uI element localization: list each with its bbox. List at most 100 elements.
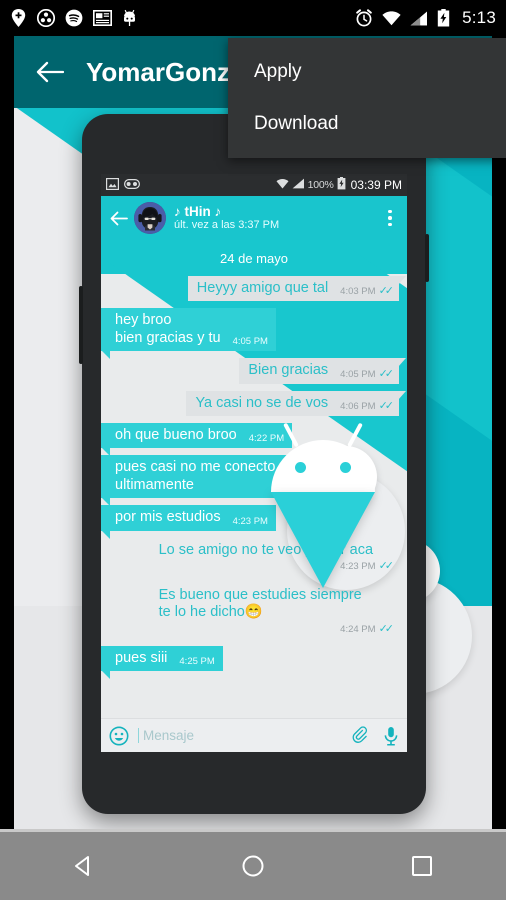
overflow-menu[interactable]: Apply Download	[228, 38, 506, 158]
arrow-left-icon	[36, 61, 64, 83]
emoji-smiley-icon[interactable]	[109, 726, 129, 746]
chat-bubble-text: oh que bueno broo	[115, 426, 237, 443]
nav-recents-button[interactable]	[377, 842, 467, 890]
chat-message-row[interactable]: Ya casi no se de vos 4:06 PM ✓✓	[109, 390, 406, 416]
chat-bubble[interactable]: oh que bueno broo 4:22 PM	[101, 422, 293, 457]
chat-bubble-timestamp: 4:23 PM	[232, 515, 268, 527]
chat-message-row[interactable]: Bien gracias 4:05 PM ✓✓	[109, 358, 406, 384]
wifi-icon	[276, 178, 289, 192]
date-divider-label: 24 de mayo	[220, 251, 288, 266]
status-bar-clock: 5:13	[462, 8, 496, 27]
avatar[interactable]	[134, 202, 166, 234]
nav-back-button[interactable]	[39, 842, 129, 890]
chat-bubble-text: Heyyy amigo que tal	[196, 280, 329, 296]
chat-bubble-timestamp: 4:22 PM	[248, 433, 285, 445]
chat-bubble-text: Lo se amigo no te veo ya por aca	[158, 541, 374, 558]
chat-bubble-text: Es bueno que estudies siempre te lo he di…	[158, 586, 362, 621]
message-input-placeholder[interactable]: Mensaje	[138, 728, 350, 743]
menu-item-download[interactable]: Download	[228, 98, 506, 150]
preview-status-system: 100% 03:39 PM	[276, 177, 402, 193]
chat-bubble[interactable]: pues casi no me conecto ultimamente 4:23 P…	[101, 455, 331, 506]
status-bar-system-icons: 5:13	[355, 8, 496, 28]
spotify-icon	[65, 9, 83, 27]
back-button[interactable]	[22, 44, 78, 100]
wifi-icon	[382, 10, 401, 26]
chat-bubble-text: Bien gracias	[248, 362, 329, 379]
chat-bubble[interactable]: por mis estudios 4:23 PM	[101, 505, 276, 540]
phone-volume-button	[79, 286, 83, 364]
android-head-icon	[122, 9, 137, 27]
chat-message-row[interactable]: oh que bueno broo 4:22 PM	[101, 422, 399, 457]
chat-bubble-timestamp: 4:25 PM	[179, 656, 215, 668]
chat-message-row[interactable]: Lo se amigo no te veo ya por aca 4:23 PM ✓…	[109, 538, 399, 576]
nav-back-triangle-icon	[75, 856, 90, 876]
phone-power-button	[425, 234, 429, 282]
battery-charging-icon	[437, 9, 450, 27]
battery-percent-label: 100%	[307, 179, 334, 191]
more-vertical-icon-dot	[388, 209, 392, 214]
more-vertical-icon-dot	[388, 216, 392, 220]
nav-home-button[interactable]	[208, 842, 298, 890]
phone-mockup: 100% 03:39 PM ♪ tHin ♪ últ. vez a las 3:…	[79, 114, 429, 814]
chat-bubble[interactable]: Bien gracias 4:05 PM ✓✓	[239, 358, 406, 384]
chat-message-row[interactable]: Heyyy amigo que tal 4:03 PM ✓✓	[109, 276, 407, 302]
message-read-receipt-icon: ✓✓	[378, 285, 395, 298]
chat-message-list[interactable]: 24 de mayo Heyyy amigo que tal 4:03 PM ✓✓ h…	[101, 240, 407, 718]
chat-bubble-text: hey broo bien gracias y tu	[115, 312, 221, 346]
location-pin-plus-icon	[10, 9, 27, 27]
chat-bubble[interactable]: hey broo bien gracias y tu 4:05 PM	[101, 308, 276, 359]
page-title: YomarGonz	[86, 56, 230, 87]
chat-message-row[interactable]: pues casi no me conecto ultimamente 4:23 P…	[101, 455, 399, 506]
chat-bubble-timestamp: 4:06 PM	[340, 400, 376, 412]
chat-header: ♪ tHin ♪ últ. vez a las 3:37 PM	[101, 196, 407, 240]
message-input-bar[interactable]: Mensaje	[101, 718, 407, 752]
microphone-icon[interactable]	[383, 726, 399, 746]
chat-message-row[interactable]: por mis estudios 4:23 PM	[101, 505, 399, 540]
chat-back-button[interactable]	[107, 211, 131, 226]
menu-item-apply[interactable]: Apply	[228, 46, 506, 98]
date-divider: 24 de mayo	[109, 250, 399, 268]
chat-bubble[interactable]: Heyyy amigo que tal 4:03 PM ✓✓	[187, 276, 407, 302]
phone-screen: 100% 03:39 PM ♪ tHin ♪ últ. vez a las 3:…	[101, 174, 407, 752]
soccer-ball-icon	[37, 9, 55, 27]
more-vertical-icon-dot	[388, 222, 392, 227]
nav-recents-square-icon	[411, 856, 432, 876]
chat-message-row[interactable]: hey broo bien gracias y tu 4:05 PM	[101, 308, 399, 359]
status-bar-notification-icons	[10, 9, 137, 27]
nav-home-circle-icon	[242, 855, 264, 877]
preview-status-bar: 100% 03:39 PM	[101, 174, 407, 196]
chat-bubble-text: por mis estudios	[115, 509, 221, 526]
message-read-receipt-icon: ✓✓	[378, 559, 395, 572]
paperclip-icon[interactable]	[350, 726, 369, 745]
chat-bubble-text: pues casi no me conecto ultimamente	[115, 459, 276, 493]
message-read-receipt-icon: ✓✓	[378, 399, 395, 412]
chat-bubble-timestamp: 4:03 PM	[340, 286, 376, 298]
chat-bubble-timestamp: 4:24 PM	[340, 623, 376, 635]
chat-bubble-text: pues siii	[115, 649, 168, 666]
chat-bubble[interactable]: Ya casi no se de vos 4:06 PM ✓✓	[186, 390, 406, 416]
wallpaper-preview-stage[interactable]: 100% 03:39 PM ♪ tHin ♪ últ. vez a las 3:…	[14, 108, 492, 832]
alarm-clock-icon	[355, 9, 373, 27]
chat-bubble-timestamp: 4:23 PM	[340, 560, 376, 572]
message-read-receipt-icon: ✓✓	[378, 367, 395, 380]
news-layout-icon	[93, 10, 112, 26]
message-container: 24 de mayo Heyyy amigo que tal 4:03 PM ✓✓ h…	[101, 240, 407, 680]
chat-contact-name: ♪ tHin ♪	[174, 203, 222, 219]
chat-contact-status: últ. vez a las 3:37 PM	[174, 219, 280, 232]
chat-message-row[interactable]: pues siii 4:25 PM	[101, 645, 399, 680]
signal-icon	[410, 11, 428, 26]
chat-bubble-timestamp: 4:05 PM	[232, 336, 268, 348]
chat-bubble-timestamp: 4:05 PM	[340, 368, 376, 380]
chat-contact-meta: ♪ tHin ♪ últ. vez a las 3:37 PM	[174, 204, 279, 232]
chat-bubble[interactable]: Lo se amigo no te veo ya por aca 4:23 PM ✓…	[150, 538, 399, 576]
preview-status-notifications	[106, 177, 141, 193]
chat-bubble-text: Ya casi no se de vos	[195, 394, 329, 411]
signal-icon	[292, 178, 305, 192]
chat-message-row[interactable]: Es bueno que estudies siempre te lo he di…	[109, 583, 399, 639]
left-letterbox	[0, 36, 14, 832]
android-nav-bar	[0, 832, 506, 900]
chat-bubble-timestamp: 4:23 PM	[287, 483, 323, 495]
chat-overflow-button[interactable]	[379, 209, 401, 227]
chat-bubble[interactable]: Es bueno que estudies siempre te lo he di…	[150, 583, 399, 639]
chat-bubble[interactable]: pues siii 4:25 PM	[101, 645, 223, 680]
